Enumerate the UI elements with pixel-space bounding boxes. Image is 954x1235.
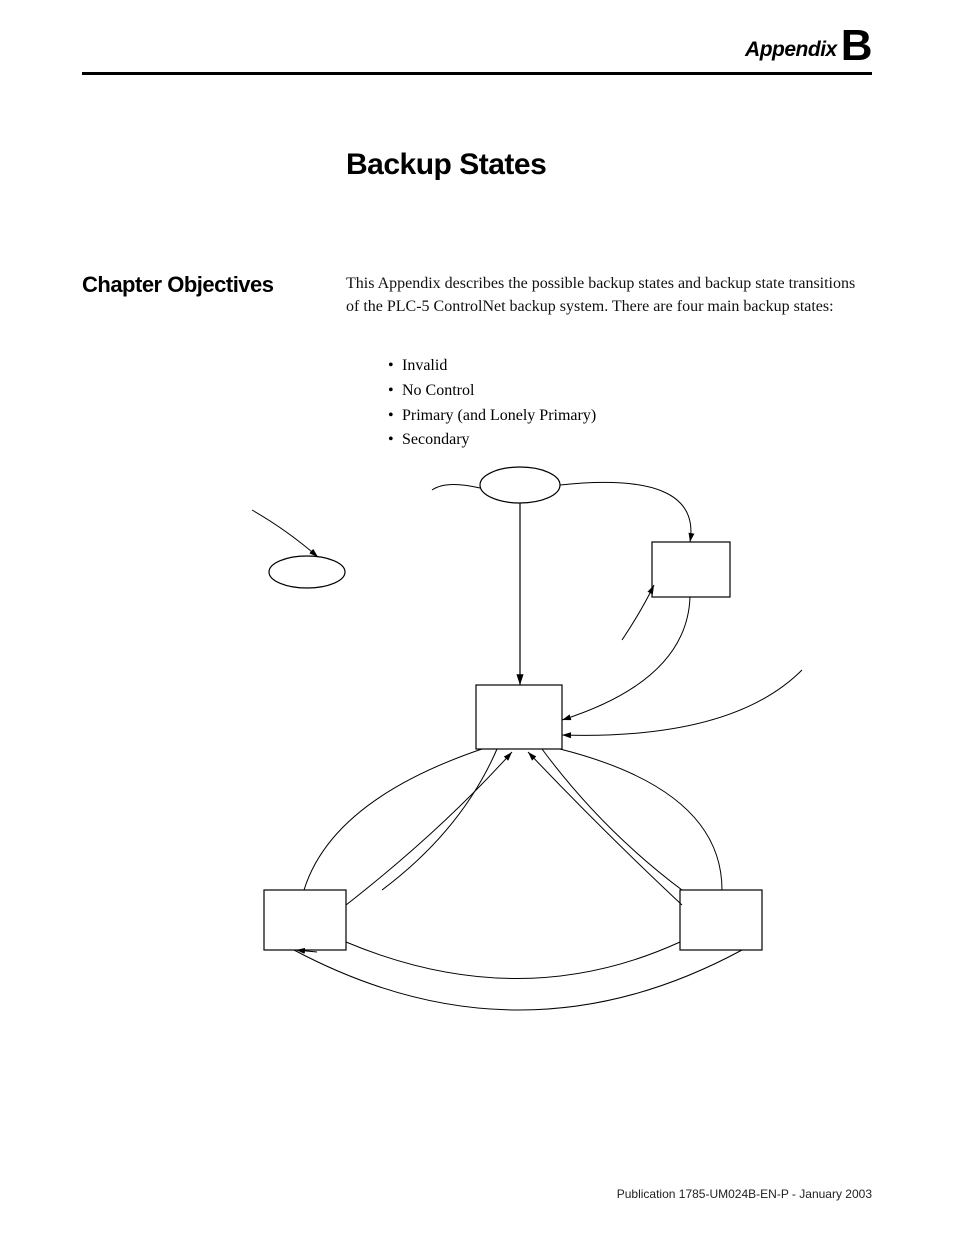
bullet-list: •Invalid •No Control •Primary (and Lonel… [388,354,596,453]
list-item: •Secondary [388,428,596,453]
footer-text: Publication 1785-UM024B-EN-P - January 2… [617,1187,872,1201]
header-rule [82,72,872,75]
aux-node [269,556,345,588]
page-header: AppendixB [82,38,872,75]
diagram-edge [252,510,318,557]
diagram-edge [560,749,722,890]
diagram-edge [346,942,680,979]
list-item: •No Control [388,379,596,404]
bullet-dot-icon: • [388,404,402,429]
bullet-text: No Control [402,379,474,404]
diagram-edge [542,749,682,890]
diagram-edge [528,752,682,905]
diagram-edge [346,752,512,905]
bullet-dot-icon: • [388,379,402,404]
list-item: •Invalid [388,354,596,379]
appendix-word: Appendix [745,38,837,61]
state-node-lower-left [264,890,346,950]
list-item: •Primary (and Lonely Primary) [388,404,596,429]
section-heading: Chapter Objectives [82,272,274,298]
appendix-letter: B [841,21,872,70]
diagram-edge [562,670,802,735]
page-title: Backup States [346,148,546,182]
diagram-edge [562,597,690,720]
state-node-lower-right [680,890,762,950]
state-node-upper-right [652,542,730,597]
diagram-edge [432,484,480,490]
body-paragraph: This Appendix describes the possible bac… [346,272,872,318]
bullet-text: Primary (and Lonely Primary) [402,404,596,429]
appendix-label-line: AppendixB [82,38,872,62]
diagram-edge [382,749,497,890]
bullet-text: Invalid [402,354,447,379]
state-node-center [476,685,562,749]
bullet-text: Secondary [402,428,470,453]
diagram-edge [622,585,654,640]
bullet-dot-icon: • [388,428,402,453]
start-node [480,467,560,503]
state-diagram [82,460,872,1060]
diagram-edge [294,950,742,1010]
diagram-edge [560,482,691,542]
bullet-dot-icon: • [388,354,402,379]
